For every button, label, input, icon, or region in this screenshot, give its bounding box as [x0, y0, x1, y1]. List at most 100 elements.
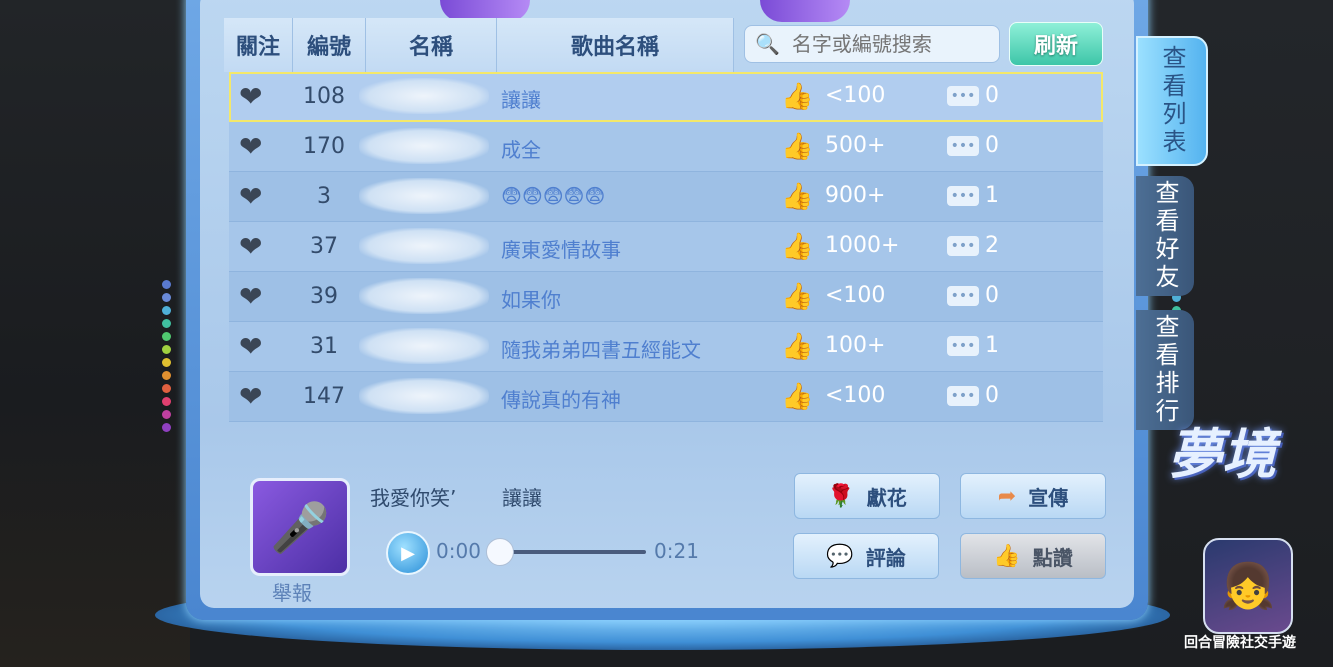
like-button[interactable]: 👍 點讚	[960, 533, 1106, 579]
table-row[interactable]: ❤ 108 讓讓 👍 <100 ••• 0	[229, 72, 1103, 122]
row-song: 😨😨😨😨😨	[501, 184, 606, 208]
share-icon: ➦	[997, 483, 1017, 509]
row-comments: 0	[985, 283, 999, 308]
comment-icon: •••	[947, 186, 979, 206]
thumbs-up-icon: 👍	[781, 332, 814, 362]
row-comments: 0	[985, 133, 999, 158]
row-comments: 2	[985, 233, 999, 258]
singer-avatar[interactable]: 🎤	[250, 478, 350, 576]
row-number: 39	[310, 284, 338, 309]
row-likes: <100	[825, 83, 886, 108]
row-likes: 900+	[825, 183, 886, 208]
game-logo: 夢境	[1168, 422, 1276, 486]
row-number: 31	[310, 334, 338, 359]
now-playing-song: 讓讓	[502, 486, 542, 510]
row-comments: 1	[985, 333, 999, 358]
row-likes: 500+	[825, 133, 886, 158]
comment-icon: 💬	[826, 543, 854, 569]
row-likes: 1000+	[825, 233, 900, 258]
heart-icon[interactable]: ❤	[239, 83, 271, 111]
microphone-hand-icon: 🎤	[270, 499, 330, 556]
thumbs-up-icon: 👍	[781, 132, 814, 162]
decorative-lights	[162, 280, 171, 432]
panel-ornament-right	[760, 0, 850, 22]
comment-icon: •••	[947, 386, 979, 406]
row-song: 成全	[501, 138, 541, 162]
row-song: 傳說真的有神	[501, 388, 621, 412]
thumbs-up-icon: 👍	[781, 282, 814, 312]
flower-label: 獻花	[866, 485, 907, 510]
heart-icon[interactable]: ❤	[239, 283, 271, 311]
tab-view-list[interactable]: 查看列表	[1136, 36, 1208, 166]
magnifier-icon: 🔍	[755, 32, 780, 56]
table-row[interactable]: ❤ 39 如果你 👍 <100 ••• 0	[229, 272, 1103, 322]
row-song: 隨我弟弟四書五經能文	[501, 338, 701, 362]
heart-icon[interactable]: ❤	[239, 383, 271, 411]
thumbs-up-icon: 👍	[781, 182, 814, 212]
row-likes: 100+	[825, 333, 886, 358]
row-number: 3	[317, 184, 331, 209]
comment-icon: •••	[947, 86, 979, 106]
row-comments: 0	[985, 383, 999, 408]
row-number: 37	[310, 234, 338, 259]
heart-icon[interactable]: ❤	[239, 233, 271, 261]
row-likes: <100	[825, 383, 886, 408]
tab-view-friends[interactable]: 查看好友	[1136, 176, 1194, 296]
search-input[interactable]	[789, 31, 994, 57]
app-icon: 👧	[1203, 538, 1293, 634]
comment-icon: •••	[947, 336, 979, 356]
table-row[interactable]: ❤ 37 廣東愛情故事 👍 1000+ ••• 2	[229, 222, 1103, 272]
time-total: 0:21	[654, 539, 699, 563]
blurred-name	[359, 278, 489, 314]
play-icon: ▶	[401, 542, 415, 564]
row-number: 147	[303, 384, 345, 409]
rose-icon: 🌹	[827, 483, 855, 509]
table-row[interactable]: ❤ 147 傳說真的有神 👍 <100 ••• 0	[229, 372, 1103, 422]
row-comments: 0	[985, 83, 999, 108]
character-portrait-icon: 👧	[1220, 561, 1276, 612]
blurred-name	[359, 178, 489, 214]
blurred-name	[359, 78, 489, 114]
song-list[interactable]: ❤ 108 讓讓 👍 <100 ••• 0 ❤ 170 成全 👍 500+ ••…	[229, 72, 1103, 428]
progress-knob[interactable]	[486, 538, 514, 566]
refresh-button[interactable]: 刷新	[1009, 22, 1103, 66]
blurred-name	[359, 128, 489, 164]
report-link[interactable]: 舉報	[272, 577, 312, 606]
row-song: 廣東愛情故事	[501, 238, 621, 262]
table-row[interactable]: ❤ 31 隨我弟弟四書五經能文 👍 100+ ••• 1	[229, 322, 1103, 372]
comment-icon: •••	[947, 136, 979, 156]
progress-track[interactable]	[498, 550, 646, 554]
header-follow: 關注	[224, 18, 293, 72]
heart-icon[interactable]: ❤	[239, 333, 271, 361]
header-number: 編號	[293, 18, 366, 72]
header-name: 名稱	[366, 18, 497, 72]
thumbs-up-icon: 👍	[781, 82, 814, 112]
table-row[interactable]: ❤ 3 😨😨😨😨😨 👍 900+ ••• 1	[229, 172, 1103, 222]
row-number: 108	[303, 84, 345, 109]
heart-icon[interactable]: ❤	[239, 183, 271, 211]
row-comments: 1	[985, 183, 999, 208]
heart-icon[interactable]: ❤	[239, 133, 271, 161]
game-tagline: 回合冒險社交手遊	[1184, 635, 1296, 651]
row-song: 如果你	[501, 288, 561, 312]
comment-icon: •••	[947, 286, 979, 306]
promote-button[interactable]: ➦ 宣傳	[960, 473, 1106, 519]
thumbs-up-icon: 👍	[781, 232, 814, 262]
now-playing-singer: 我愛你笑’	[370, 486, 457, 510]
flower-button[interactable]: 🌹 獻花	[794, 473, 940, 519]
header-song: 歌曲名稱	[497, 18, 734, 72]
table-row[interactable]: ❤ 170 成全 👍 500+ ••• 0	[229, 122, 1103, 172]
comment-button[interactable]: 💬 評論	[793, 533, 939, 579]
search-box[interactable]: 🔍	[744, 25, 1000, 63]
like-label: 點讚	[1032, 545, 1073, 570]
blurred-name	[359, 328, 489, 364]
thumbs-up-icon: 👍	[781, 382, 814, 412]
row-song: 讓讓	[501, 88, 541, 112]
comment-label: 評論	[865, 545, 906, 570]
play-button[interactable]: ▶	[386, 531, 430, 575]
time-current: 0:00	[436, 539, 481, 563]
table-header: 關注 編號 名稱 歌曲名稱	[224, 18, 734, 72]
comment-icon: •••	[947, 236, 979, 256]
blurred-name	[359, 228, 489, 264]
thumbs-up-icon: 👍	[993, 543, 1021, 569]
